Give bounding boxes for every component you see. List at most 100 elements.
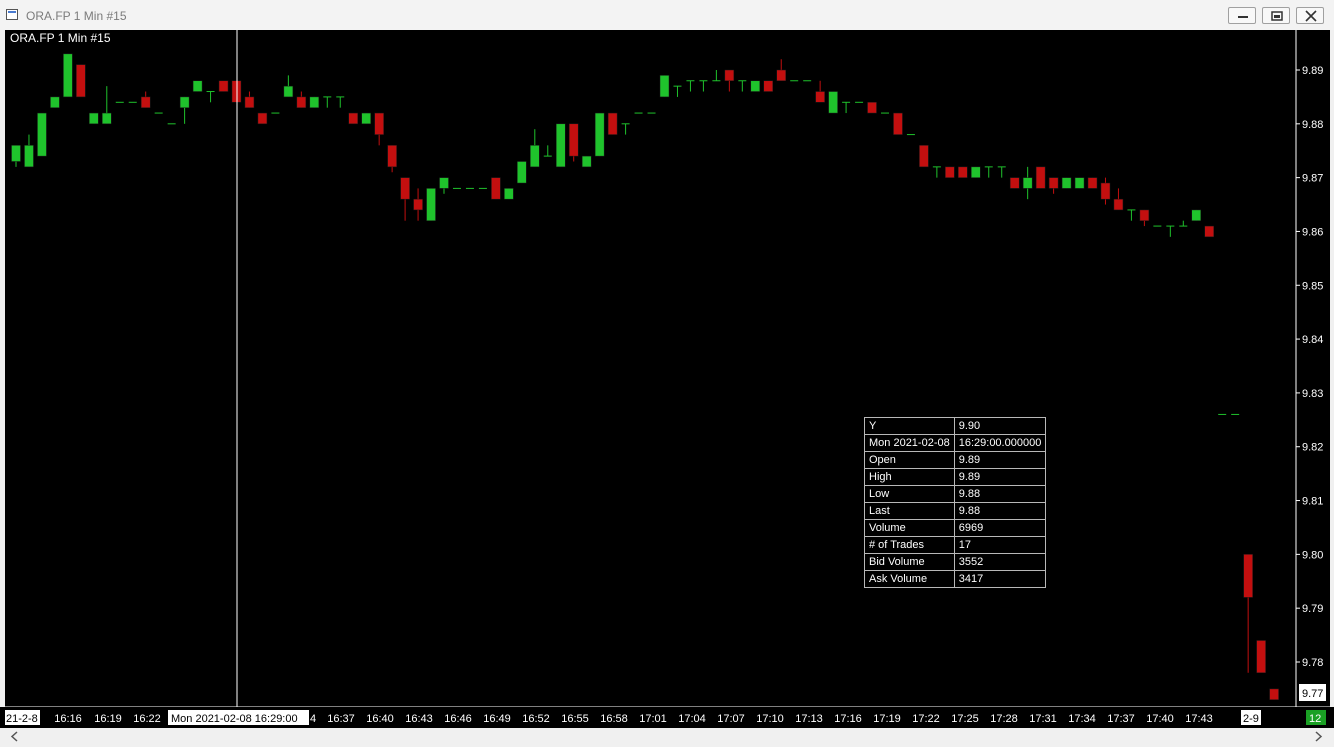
candle-body (11, 145, 21, 162)
candle-body (1074, 177, 1085, 189)
tooltip-value: 6969 (953, 519, 1047, 537)
candle (24, 134, 34, 168)
candle-body (283, 85, 294, 98)
candle-body (1269, 688, 1279, 700)
time-label: 16:16 (54, 713, 82, 725)
candle (607, 112, 618, 135)
candle (738, 80, 747, 92)
price-label: 9.82 (1302, 442, 1323, 454)
candle (50, 96, 60, 108)
candle-body (257, 112, 268, 125)
candle (581, 155, 592, 168)
candle (491, 177, 501, 200)
candlestick-chart[interactable]: ORA.FP 1 Min #15 9.899.889.879.869.859.8… (5, 30, 1330, 707)
time-label: 16:43 (405, 713, 433, 725)
price-label: 9.84 (1302, 334, 1323, 346)
candle (504, 188, 514, 200)
time-label: 17:28 (990, 713, 1018, 725)
app-icon (6, 9, 18, 20)
time-label: 17:13 (795, 713, 823, 725)
horizontal-scrollbar[interactable] (5, 728, 1330, 745)
candle (750, 80, 761, 92)
cursor-time-label: Mon 2021-02-08 16:29:00 (171, 713, 298, 725)
candle (192, 80, 203, 92)
candle-body (1139, 209, 1150, 221)
price-label: 9.80 (1302, 549, 1323, 561)
bar-info-tooltip: Y 9.90 Mon 2021-02-08 16:29:00.000000 Open… (864, 417, 1047, 588)
candle-body (63, 53, 73, 98)
candle-body (400, 177, 410, 200)
date-left-label: 21-2-8 (6, 713, 38, 725)
tooltip-value: 9.88 (953, 485, 1047, 503)
close-button[interactable] (1296, 7, 1324, 24)
candle-body (919, 145, 929, 168)
minimize-icon (1238, 16, 1248, 18)
candle-body (50, 96, 60, 108)
candle (11, 145, 21, 167)
scroll-right-icon[interactable] (1311, 730, 1325, 743)
candle-body (530, 145, 540, 168)
candle-body (231, 80, 242, 103)
tooltip-key: Volume (864, 519, 955, 537)
candle-body (867, 102, 877, 114)
candle (724, 69, 735, 92)
time-label: 17:22 (912, 713, 940, 725)
candle (659, 75, 670, 98)
candle (517, 161, 527, 184)
candle-body (192, 80, 203, 92)
candle-body (776, 69, 786, 82)
candle (63, 53, 73, 98)
price-label: 9.89 (1302, 65, 1323, 77)
candle-body (750, 80, 761, 92)
candle (555, 123, 566, 168)
scroll-left-icon[interactable] (8, 730, 22, 743)
time-label: 16:52 (522, 713, 550, 725)
candle (543, 145, 552, 157)
candle (218, 80, 229, 92)
candle-body (1100, 182, 1111, 200)
tooltip-value: 3417 (953, 570, 1047, 588)
tooltip-value: 9.89 (953, 451, 1047, 469)
candle (413, 188, 423, 221)
candle (1139, 209, 1150, 227)
tooltip-key: Last (864, 502, 955, 520)
candle-body (893, 112, 903, 135)
candle-body (594, 112, 605, 157)
candle-body (309, 96, 320, 108)
candle (1113, 188, 1124, 211)
candle (400, 177, 410, 221)
close-icon (1305, 10, 1317, 22)
candle (374, 112, 384, 146)
candle (37, 112, 47, 157)
tooltip-time: 16:29:00.000000 (953, 434, 1047, 452)
candle-body (971, 166, 981, 178)
time-label: 17:43 (1185, 713, 1213, 725)
time-label: 17:07 (717, 713, 745, 725)
candle-body (76, 64, 86, 98)
candle (361, 112, 371, 125)
time-label: 17:19 (873, 713, 901, 725)
candle-body (102, 112, 112, 125)
time-label: 17:31 (1029, 713, 1057, 725)
candle-body (179, 96, 190, 108)
candle (1087, 177, 1098, 189)
candle-body (374, 112, 384, 135)
candle-body (244, 96, 255, 108)
chart-panel[interactable]: ORA.FP 1 Min #15 9.89 9.88 9.87 9.86 9.85 9.8… (5, 30, 1330, 707)
candle (1191, 209, 1202, 221)
candle (336, 96, 345, 108)
candle-body (1035, 166, 1046, 189)
restore-button[interactable] (1262, 7, 1290, 24)
candle (1243, 554, 1253, 673)
price-label: 9.86 (1302, 226, 1323, 238)
window-title: ORA.FP 1 Min #15 (26, 9, 127, 23)
candle (89, 112, 99, 125)
candle (309, 96, 320, 108)
candle-body (659, 75, 670, 98)
minimize-button[interactable] (1228, 7, 1256, 24)
candle (984, 166, 993, 178)
time-axis: 21-2-8 Mon 2021-02-08 16:29:00 4 16:16 16… (0, 707, 1334, 728)
candle (426, 188, 436, 221)
counter-label: 12 (1309, 713, 1321, 725)
candle-body (387, 145, 397, 168)
